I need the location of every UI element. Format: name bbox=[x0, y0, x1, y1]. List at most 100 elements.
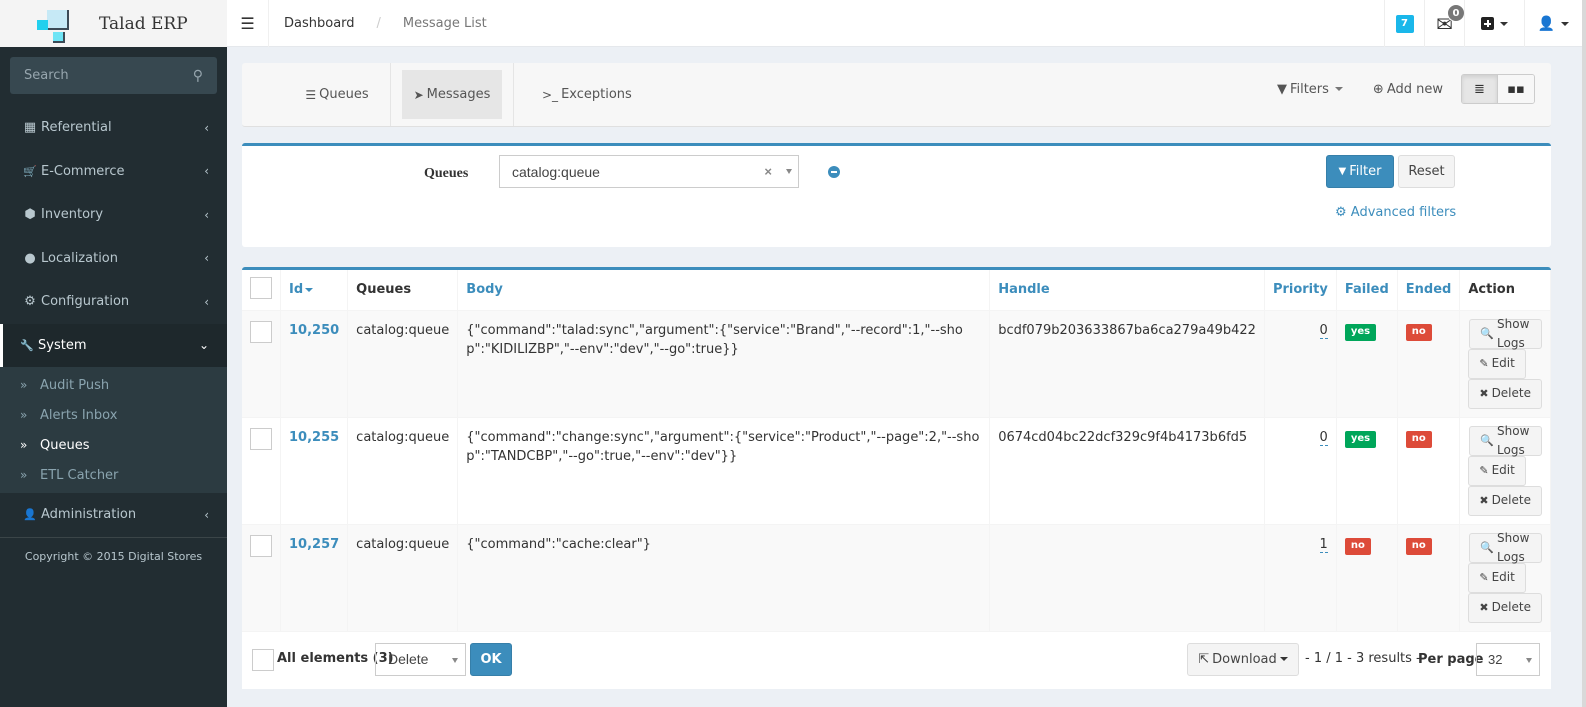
filters-dropdown[interactable]: ▼ Filters bbox=[1277, 82, 1343, 97]
sidebar-subitem-label: Audit Push bbox=[40, 377, 110, 393]
sidebar-subitem-alerts-inbox[interactable]: » Alerts Inbox bbox=[0, 400, 227, 430]
filter-button[interactable]: ▼ Filter bbox=[1326, 155, 1394, 188]
sidebar-item-ecommerce[interactable]: 🛒 E-Commerce ‹ bbox=[0, 150, 227, 194]
sidebar-item-system[interactable]: 🔧 System ⌄ bbox=[0, 323, 227, 367]
copyright: Copyright © 2015 Digital Stores bbox=[24, 549, 203, 563]
select-all-checkbox[interactable] bbox=[250, 276, 272, 299]
failed-badge: yes bbox=[1344, 430, 1377, 448]
column-header-handle[interactable]: Handle bbox=[989, 270, 1265, 311]
sidebar-item-label: Referential bbox=[41, 120, 112, 136]
column-header-id[interactable]: Id bbox=[280, 270, 349, 311]
edit-button[interactable]: ✎ Edit bbox=[1468, 562, 1526, 593]
grid-view-button[interactable]: ▪▪ bbox=[1498, 75, 1534, 103]
sidebar-item-label: Configuration bbox=[41, 294, 130, 310]
logo[interactable]: Talad ERP bbox=[0, 0, 227, 47]
tab-messages[interactable]: ➤ Messages bbox=[402, 70, 502, 119]
tab-exceptions[interactable]: >_ Exceptions bbox=[526, 63, 648, 126]
sidebar-toggle-button[interactable]: ☰ bbox=[227, 0, 269, 47]
delete-button[interactable]: ✖ Delete bbox=[1468, 485, 1542, 516]
reset-button[interactable]: Reset bbox=[1398, 155, 1455, 188]
filter-panel: Queues catalog:queue × ▼ Filter Reset ⚙ … bbox=[242, 143, 1551, 247]
select-all-elements-checkbox[interactable] bbox=[252, 648, 274, 671]
sidebar-search: ⚲ bbox=[10, 57, 217, 94]
failed-cell: yes bbox=[1336, 416, 1398, 524]
row-checkbox[interactable] bbox=[250, 427, 272, 450]
per-page-select[interactable]: 32 bbox=[1476, 642, 1540, 676]
select-all-header bbox=[242, 270, 281, 311]
caret-down-icon bbox=[1561, 21, 1570, 26]
remove-filter-icon[interactable] bbox=[828, 166, 840, 178]
id-link[interactable]: 10,257 bbox=[289, 537, 339, 552]
column-header-failed[interactable]: Failed bbox=[1336, 270, 1398, 311]
delete-button[interactable]: ✖ Delete bbox=[1468, 592, 1542, 623]
user-icon: 👤 bbox=[1537, 15, 1556, 32]
sidebar-item-administration[interactable]: 👤 Administration ‹ bbox=[0, 493, 227, 537]
messages-button[interactable]: ✉ 0 bbox=[1424, 0, 1465, 47]
priority-editable[interactable]: 0 bbox=[1319, 429, 1328, 446]
row-checkbox[interactable] bbox=[250, 320, 272, 343]
column-header-action: Action bbox=[1459, 270, 1551, 311]
sidebar-subitem-queues[interactable]: » Queues bbox=[0, 430, 227, 460]
edit-button[interactable]: ✎ Edit bbox=[1468, 348, 1526, 379]
sidebar-item-localization[interactable]: ● Localization ‹ bbox=[0, 237, 227, 281]
add-new-button[interactable]: ⊕ Add new bbox=[1373, 82, 1443, 97]
delete-button[interactable]: ✖ Delete bbox=[1468, 378, 1542, 409]
breadcrumb: Dashboard / Message List bbox=[269, 0, 487, 46]
ended-cell: no bbox=[1397, 309, 1461, 417]
sidebar-item-configuration[interactable]: ⚙ Configuration ‹ bbox=[0, 280, 227, 324]
dropdown-arrow-icon bbox=[786, 169, 792, 174]
cart-icon: 🛒 bbox=[23, 164, 37, 178]
priority-editable[interactable]: 1 bbox=[1319, 536, 1328, 553]
chevron-left-icon: ‹ bbox=[204, 294, 209, 309]
add-menu-button[interactable] bbox=[1464, 0, 1524, 47]
priority-cell: 0 bbox=[1264, 309, 1337, 417]
list-view-button[interactable]: ≣ bbox=[1462, 75, 1498, 103]
edit-button[interactable]: ✎ Edit bbox=[1468, 455, 1526, 486]
sort-desc-icon bbox=[305, 287, 314, 292]
show-logs-button[interactable]: 🔍 Show Logs bbox=[1469, 531, 1542, 564]
queues-filter-select[interactable]: catalog:queue × bbox=[499, 155, 799, 188]
ended-cell: no bbox=[1397, 523, 1461, 631]
sidebar-item-inventory[interactable]: ⬢ Inventory ‹ bbox=[0, 193, 227, 237]
caret-down-icon bbox=[1334, 87, 1343, 91]
messages-table-panel: Id Queues Body Handle Priority Failed En… bbox=[242, 267, 1551, 689]
button-label: Show Logs bbox=[1497, 423, 1530, 457]
filter-icon: ▼ bbox=[1338, 166, 1347, 177]
sidebar-item-referential[interactable]: ▦ Referential ‹ bbox=[0, 106, 227, 150]
column-header-body[interactable]: Body bbox=[457, 270, 991, 311]
download-button[interactable]: ⇱ Download bbox=[1187, 642, 1299, 676]
column-header-priority[interactable]: Priority bbox=[1264, 270, 1337, 311]
show-logs-button[interactable]: 🔍 Show Logs bbox=[1469, 317, 1542, 350]
id-link[interactable]: 10,255 bbox=[289, 430, 339, 445]
dropdown-arrow-icon bbox=[452, 657, 458, 663]
grid-icon: ▪▪ bbox=[1507, 81, 1525, 97]
batch-ok-button[interactable]: OK bbox=[470, 642, 512, 676]
notifications-button[interactable]: 7 bbox=[1384, 0, 1424, 47]
row-checkbox[interactable] bbox=[250, 534, 272, 557]
chevron-left-icon: ‹ bbox=[204, 251, 209, 266]
sidebar-subitem-etl-catcher[interactable]: » ETL Catcher bbox=[0, 460, 227, 490]
batch-action-select[interactable]: Delete bbox=[375, 642, 466, 676]
column-header-ended[interactable]: Ended bbox=[1397, 270, 1461, 311]
handle-cell: bcdf079b203633867ba6ca279a49b422 bbox=[989, 309, 1265, 417]
page-scrollbar[interactable] bbox=[1582, 0, 1586, 707]
clear-selection-icon[interactable]: × bbox=[764, 164, 772, 179]
sidebar: ⚲ ▦ Referential ‹ 🛒 E-Commerce ‹ ⬢ Inven… bbox=[0, 47, 227, 707]
top-navbar: Talad ERP ☰ Dashboard / Message List 7 ✉… bbox=[0, 0, 1586, 47]
column-label: Id bbox=[289, 282, 304, 298]
chevron-down-icon: ⌄ bbox=[198, 338, 209, 353]
sidebar-item-label: Localization bbox=[41, 250, 118, 266]
search-icon[interactable]: ⚲ bbox=[193, 68, 203, 84]
tab-queues[interactable]: ☰ Queues bbox=[284, 63, 390, 126]
sidebar-search-input[interactable] bbox=[24, 68, 174, 83]
body-cell: {"command":"change:sync","argument":{"se… bbox=[457, 416, 991, 524]
id-link[interactable]: 10,250 bbox=[289, 323, 339, 338]
sidebar-subitem-label: ETL Catcher bbox=[40, 467, 119, 483]
priority-editable[interactable]: 0 bbox=[1319, 322, 1328, 339]
show-logs-button[interactable]: 🔍 Show Logs bbox=[1469, 424, 1542, 457]
advanced-filters-link[interactable]: ⚙ Advanced filters bbox=[1335, 205, 1456, 220]
action-cell: 🔍 Show Logs ✎ Edit ✖ Delete bbox=[1459, 416, 1551, 524]
breadcrumb-dashboard[interactable]: Dashboard bbox=[284, 16, 355, 31]
user-menu-button[interactable]: 👤 bbox=[1524, 0, 1582, 47]
sidebar-subitem-audit-push[interactable]: » Audit Push bbox=[0, 370, 227, 400]
